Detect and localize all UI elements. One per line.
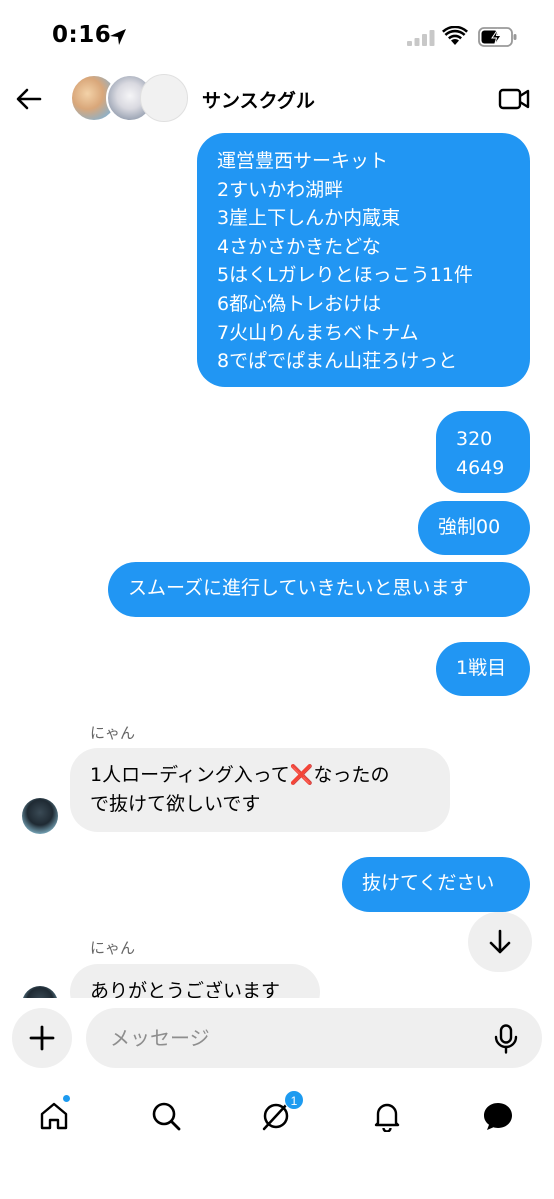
search-icon: [152, 1102, 181, 1131]
message-line: 強制00: [438, 516, 501, 538]
incoming-message[interactable]: ありがとうございます: [70, 964, 320, 998]
message-line: 4649: [456, 456, 505, 479]
message-input[interactable]: [86, 1008, 542, 1068]
message-line: 7火山りんまちベトナム: [217, 321, 419, 344]
tab-grok[interactable]: 1: [254, 1090, 304, 1138]
message-line: 6都心偽トレおけは: [217, 292, 382, 315]
cellular-signal-icon: [407, 30, 435, 46]
chat-bubble-icon: [484, 1103, 512, 1130]
message-line: 抜けてください: [362, 872, 495, 894]
tab-home[interactable]: [32, 1094, 76, 1138]
message-line: 運営豊西サーキット: [217, 150, 389, 172]
location-arrow-icon: [110, 29, 126, 45]
group-avatar[interactable]: [70, 74, 190, 126]
status-bar: 0:16: [0, 0, 554, 70]
message-line: 4さかさかきたどな: [217, 235, 381, 258]
grok-badge: 1: [284, 1090, 304, 1110]
message-line: 1戦目: [456, 657, 507, 679]
arrow-down-icon: [489, 929, 511, 954]
sender-name: にゃん: [90, 939, 136, 957]
tab-search[interactable]: [144, 1094, 188, 1138]
message-line: ありがとうございます: [90, 980, 281, 998]
battery-charging-icon: [478, 27, 517, 47]
tab-messages[interactable]: [476, 1094, 520, 1138]
status-time: 0:16: [52, 22, 112, 48]
chat-title[interactable]: サンスクグル: [202, 86, 315, 113]
message-list[interactable]: 運営豊西サーキット 2すいかわ湖畔 3崖上下しんか内蔵東 4さかさかきたどな 5…: [0, 132, 554, 998]
arrow-left-icon[interactable]: [14, 84, 44, 114]
message-line: 3崖上下しんか内蔵東: [217, 207, 401, 230]
wifi-icon: [442, 26, 468, 45]
message-line: スムーズに進行していきたいと思います: [128, 577, 469, 599]
incoming-message[interactable]: 1人ローディング入って❌なったの で抜けて欲しいです: [70, 748, 450, 832]
outgoing-message[interactable]: 320 4649: [436, 411, 530, 493]
outgoing-message[interactable]: 抜けてください: [342, 857, 530, 912]
sender-name: にゃん: [90, 724, 136, 742]
message-line: 2すいかわ湖畔: [217, 178, 344, 201]
home-indicator-area: [0, 1154, 554, 1199]
message-composer: [0, 1004, 554, 1074]
home-notification-dot: [62, 1094, 71, 1103]
outgoing-message[interactable]: 強制00: [418, 501, 530, 555]
add-attachment-button[interactable]: [12, 1008, 72, 1068]
sender-avatar[interactable]: [22, 798, 58, 834]
outgoing-message[interactable]: 運営豊西サーキット 2すいかわ湖畔 3崖上下しんか内蔵東 4さかさかきたどな 5…: [197, 133, 530, 387]
message-line: 5はくLガレりとほっこう11件: [217, 264, 473, 287]
sender-avatar[interactable]: [22, 986, 58, 998]
tab-notifications[interactable]: [365, 1094, 409, 1138]
bell-icon: [374, 1103, 400, 1132]
message-line: 8でぱでぱまん山荘ろけっと: [217, 350, 458, 373]
chat-header: サンスクグル: [0, 70, 554, 132]
outgoing-message[interactable]: 1戦目: [436, 642, 530, 696]
member-avatar: [140, 74, 188, 122]
message-line: で抜けて欲しいです: [90, 792, 261, 815]
video-camera-icon[interactable]: [498, 86, 530, 112]
home-icon: [40, 1102, 68, 1130]
outgoing-message[interactable]: スムーズに進行していきたいと思います: [108, 562, 530, 617]
microphone-icon[interactable]: [492, 1024, 520, 1054]
bottom-tab-bar: 1: [0, 1084, 554, 1154]
scroll-to-bottom-button[interactable]: [468, 912, 532, 972]
message-line: 320: [456, 428, 493, 450]
plus-icon: [29, 1025, 55, 1051]
message-line: 1人ローディング入って❌なったの: [90, 764, 390, 786]
